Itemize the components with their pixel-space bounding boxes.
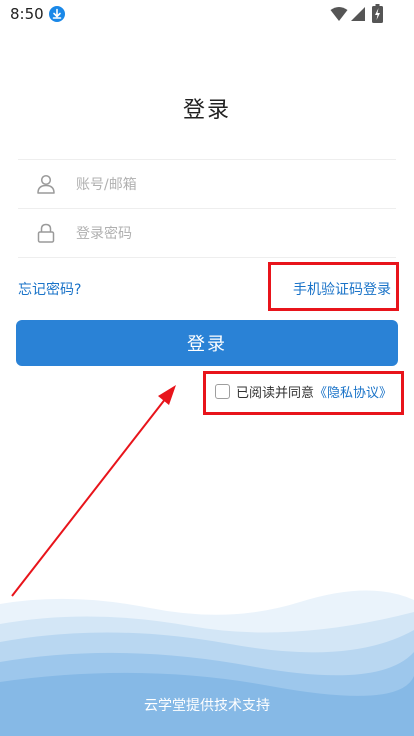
- password-row: [18, 208, 396, 258]
- password-input[interactable]: [74, 220, 378, 248]
- signal-icon: [350, 6, 366, 26]
- page-title: 登录: [182, 98, 231, 123]
- agreement-row: 已阅读并同意 《隐私协议》: [215, 381, 392, 401]
- download-notification-icon: [49, 6, 65, 22]
- login-button[interactable]: 登录: [16, 320, 398, 366]
- status-time: 8:50: [10, 5, 44, 23]
- footer-text: 云学堂提供技术支持: [144, 698, 270, 714]
- account-row: [18, 159, 396, 208]
- user-icon: [37, 174, 55, 198]
- forgot-password-link[interactable]: 忘记密码?: [18, 279, 81, 299]
- wifi-icon: [330, 6, 348, 26]
- status-bar: 8:50: [0, 0, 414, 28]
- account-input[interactable]: [74, 171, 378, 199]
- sms-login-highlight-box: [268, 262, 399, 311]
- lock-icon: [37, 223, 55, 247]
- agreement-text: 已阅读并同意: [236, 385, 315, 401]
- privacy-agreement-link[interactable]: 《隐私协议》: [314, 382, 392, 401]
- battery-charging-icon: [372, 4, 383, 27]
- agreement-checkbox[interactable]: [215, 383, 230, 399]
